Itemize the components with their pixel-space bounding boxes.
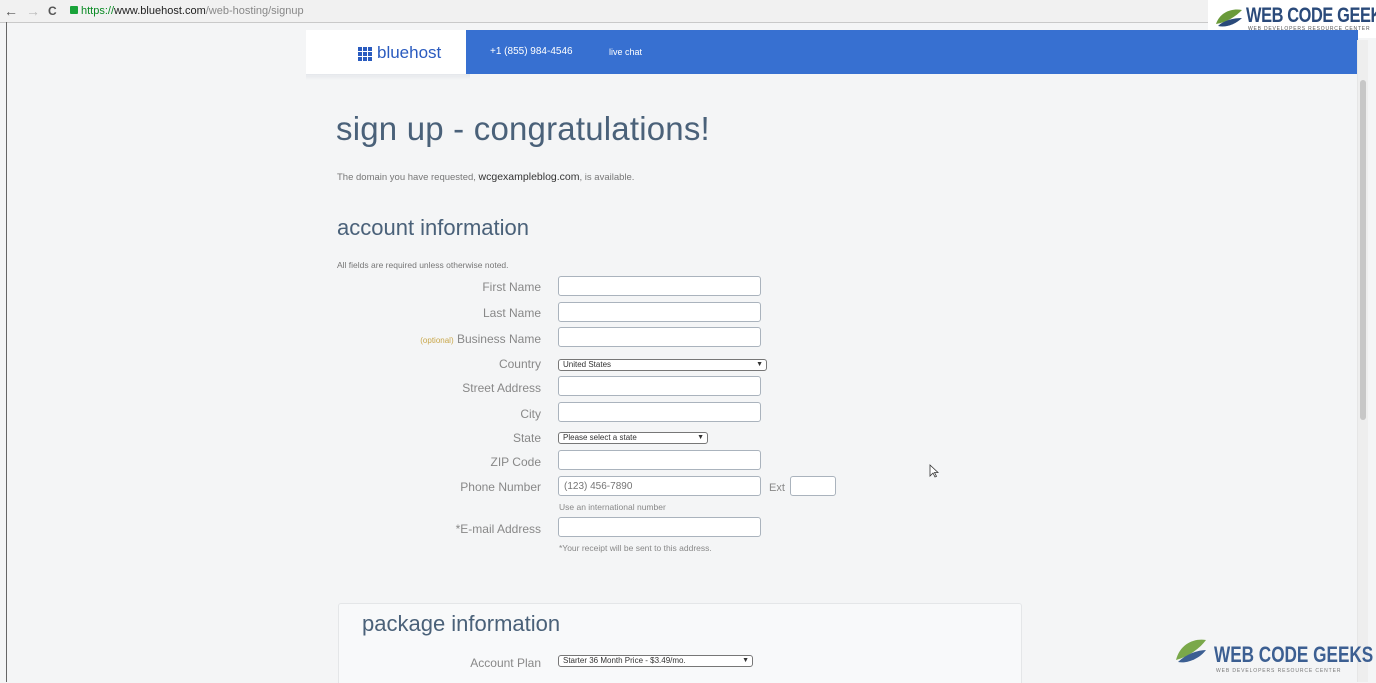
zip-code-input[interactable]: [558, 450, 761, 470]
chevron-down-icon: ▼: [697, 434, 704, 441]
header-phone[interactable]: +1 (855) 984-4546: [490, 46, 573, 57]
email-hint: *Your receipt will be sent to this addre…: [559, 543, 712, 553]
email-label: *E-mail Address: [455, 522, 541, 536]
wcg-logo-icon: [1176, 639, 1206, 663]
country-select[interactable]: United States ▼: [558, 359, 767, 371]
logo-tab-shadow: [306, 74, 470, 80]
street-address-input[interactable]: [558, 376, 761, 396]
address-bar[interactable]: https://www.bluehost.com/web-hosting/sig…: [70, 3, 304, 19]
street-address-label: Street Address: [462, 381, 541, 395]
reload-button[interactable]: C: [48, 2, 57, 20]
live-chat-link[interactable]: live chat: [609, 47, 642, 57]
watermark-tagline: WEB DEVELOPERS RESOURCE CENTER: [1216, 668, 1342, 674]
account-information-heading: account information: [337, 215, 529, 240]
domain-message-suffix: , is available.: [579, 172, 635, 183]
phone-ext-input[interactable]: [790, 476, 836, 496]
url-path: /web-hosting/signup: [205, 5, 304, 17]
requested-domain: wcgexampleblog.com: [478, 171, 580, 183]
domain-message-prefix: The domain you have requested,: [337, 172, 479, 183]
page-title: sign up - congratulations!: [336, 110, 710, 147]
watermark-bottom: WEB CODE GEEKS WEB DEVELOPERS RESOURCE C…: [1170, 628, 1373, 678]
last-name-input[interactable]: [558, 302, 761, 322]
business-name-input[interactable]: [558, 327, 761, 347]
first-name-label: First Name: [482, 280, 541, 294]
domain-available-message: The domain you have requested, wcgexampl…: [337, 171, 634, 183]
email-input[interactable]: [558, 517, 761, 537]
mouse-cursor-icon: [929, 464, 939, 478]
back-button[interactable]: ←: [4, 2, 18, 20]
watermark-brand: WEB CODE GEEKS: [1246, 4, 1376, 27]
state-select-value: Please select a state: [563, 433, 637, 442]
phone-number-label: Phone Number: [460, 480, 541, 494]
forward-button[interactable]: →: [26, 2, 40, 20]
account-plan-select-value: Starter 36 Month Price - $3.49/mo.: [563, 656, 686, 665]
scrollbar[interactable]: [1358, 40, 1368, 682]
state-select[interactable]: Please select a state ▼: [558, 432, 708, 444]
country-select-value: United States: [563, 360, 612, 369]
window-edge: [6, 22, 7, 682]
last-name-label: Last Name: [482, 306, 541, 320]
required-fields-note: All fields are required unless otherwise…: [337, 260, 509, 270]
url-host: www.bluehost.com: [114, 5, 206, 17]
optional-tag: (optional): [420, 336, 454, 345]
wcg-logo-icon: [1216, 9, 1242, 27]
country-label: Country: [498, 357, 541, 371]
account-plan-select[interactable]: Starter 36 Month Price - $3.49/mo. ▼: [558, 655, 753, 667]
watermark-brand: WEB CODE GEEKS: [1214, 642, 1374, 667]
business-name-label-text: Business Name: [453, 332, 541, 346]
bluehost-logo[interactable]: bluehost: [377, 43, 441, 63]
city-label: City: [520, 407, 541, 421]
account-plan-label: Account Plan: [470, 656, 541, 670]
business-name-label: (optional) Business Name: [337, 332, 541, 346]
scrollbar-thumb[interactable]: [1360, 80, 1366, 420]
city-input[interactable]: [558, 402, 761, 422]
zip-code-label: ZIP Code: [490, 455, 541, 469]
first-name-input[interactable]: [558, 276, 761, 296]
state-label: State: [512, 431, 541, 445]
chevron-down-icon: ▼: [756, 361, 763, 368]
bluehost-grid-icon: [358, 47, 372, 61]
phone-hint: Use an international number: [559, 502, 666, 512]
lock-icon: [70, 6, 78, 14]
chevron-down-icon: ▼: [742, 657, 749, 664]
phone-number-input[interactable]: [558, 476, 761, 496]
browser-toolbar: ← → C https://www.bluehost.com/web-hosti…: [0, 0, 1376, 23]
url-scheme: https://: [81, 5, 115, 17]
ext-label: Ext: [769, 482, 785, 494]
package-information-heading: package information: [362, 611, 561, 636]
